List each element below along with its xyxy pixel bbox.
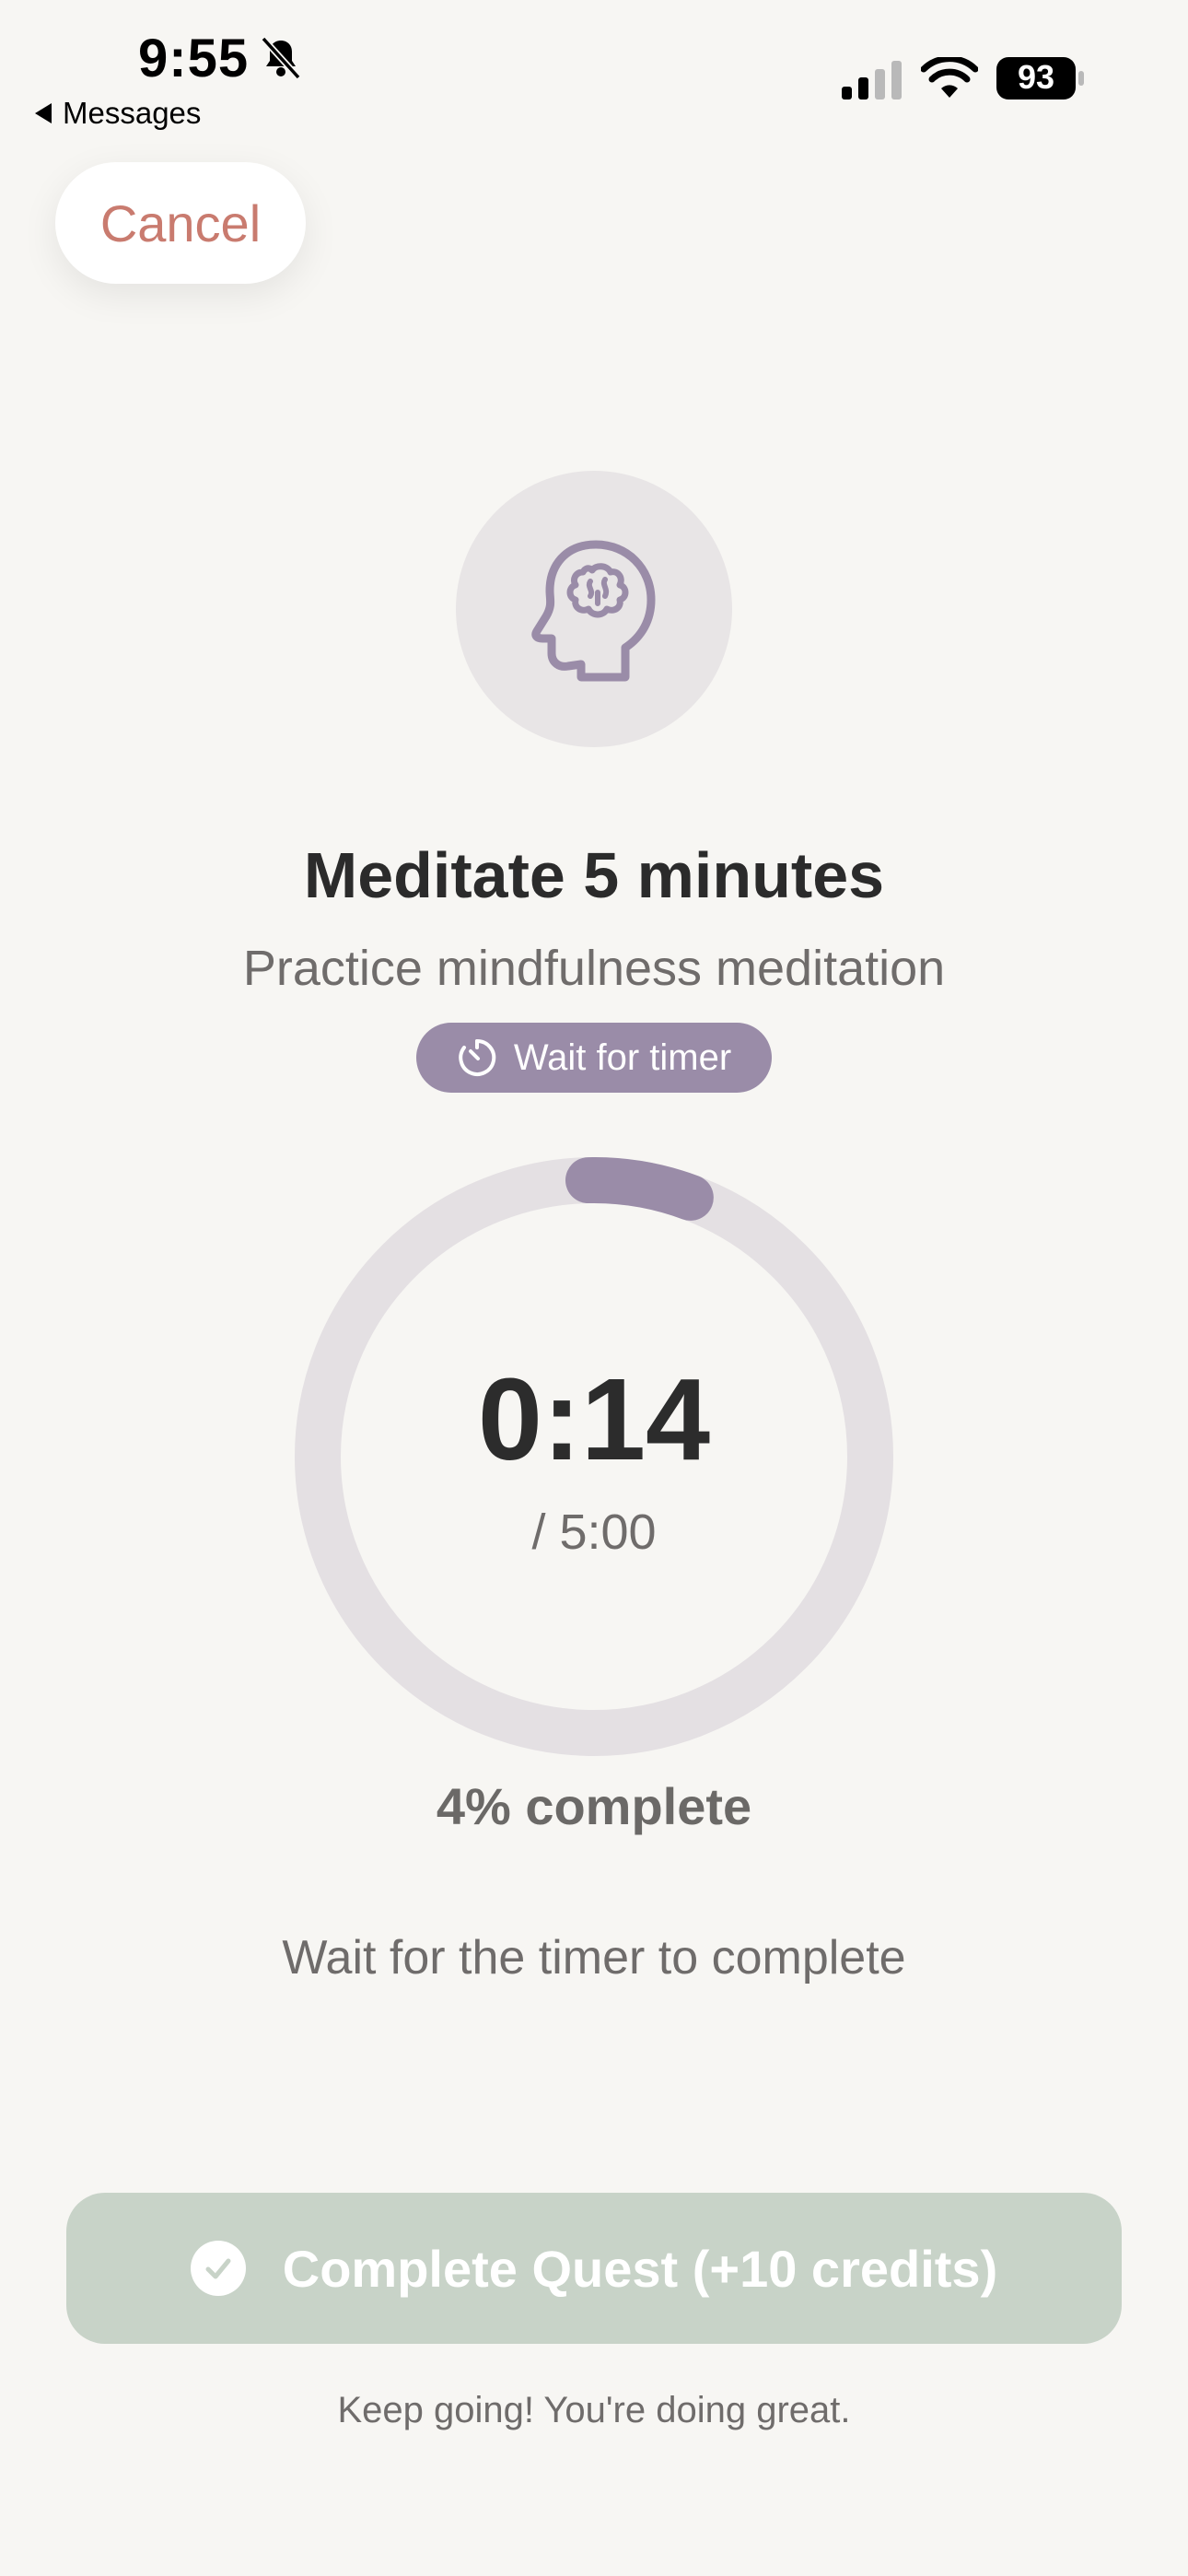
battery-level: 93 xyxy=(1017,58,1055,96)
quest-icon-circle xyxy=(456,471,732,747)
checkmark-icon xyxy=(190,2241,246,2296)
timer-hint: Wait for the timer to complete xyxy=(282,1931,906,1985)
wait-for-timer-badge: Wait for timer xyxy=(416,1023,772,1093)
back-arrow-icon xyxy=(35,103,52,123)
brain-head-icon xyxy=(531,540,656,682)
badge-label: Wait for timer xyxy=(513,1036,732,1078)
cellular-signal-icon xyxy=(842,61,902,100)
back-to-messages[interactable]: Messages xyxy=(35,96,201,131)
encouragement-text: Keep going! You're doing great. xyxy=(337,2390,851,2430)
elapsed-time: 0:14 xyxy=(477,1354,711,1484)
complete-quest-label: Complete Quest (+10 credits) xyxy=(282,2239,998,2298)
quest-subtitle: Practice mindfulness meditation xyxy=(242,941,946,996)
timer-icon xyxy=(459,1038,496,1076)
quest-title: Meditate 5 minutes xyxy=(303,839,885,911)
cancel-button[interactable]: Cancel xyxy=(55,162,306,284)
status-time: 9:55 xyxy=(138,29,250,88)
total-time: / 5:00 xyxy=(531,1505,657,1560)
percent-complete: 4% complete xyxy=(436,1777,752,1835)
bell-slash-icon xyxy=(261,36,301,80)
complete-quest-button[interactable]: Complete Quest (+10 credits) xyxy=(66,2193,1122,2344)
progress-ring-fill xyxy=(565,1157,714,1221)
battery-indicator: 93 xyxy=(996,55,1085,101)
back-label: Messages xyxy=(63,96,202,130)
wifi-icon xyxy=(921,57,978,98)
